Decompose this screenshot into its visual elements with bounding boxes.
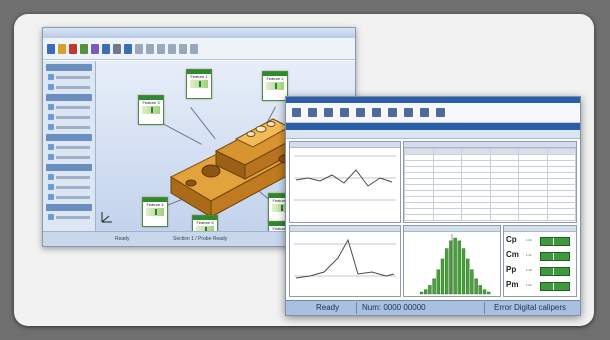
nav-section-header[interactable] <box>46 94 92 101</box>
save-icon[interactable] <box>324 108 333 117</box>
measurement-table-panel <box>403 141 577 223</box>
distribution-histogram <box>419 234 491 295</box>
nav-item[interactable] <box>48 83 90 91</box>
folder-icon[interactable] <box>58 43 66 54</box>
histogram-bar <box>466 258 470 295</box>
histogram-bar <box>461 248 466 295</box>
export-icon[interactable] <box>404 108 413 117</box>
probe-icon[interactable] <box>80 43 88 54</box>
status-num: Num: 0000 00000 <box>362 303 426 312</box>
histogram-bar <box>440 258 445 295</box>
window-title-bar <box>43 28 355 38</box>
nav-item[interactable] <box>48 153 90 161</box>
report-icon[interactable] <box>124 43 132 54</box>
fit-icon[interactable] <box>168 43 176 54</box>
grid-icon[interactable] <box>179 43 187 54</box>
inspection-tag[interactable]: Feature 4 <box>142 197 168 227</box>
open-icon[interactable] <box>47 43 55 54</box>
nav-item[interactable] <box>48 183 90 191</box>
status-device: Error Digital calipers <box>494 303 567 312</box>
record-icon[interactable] <box>69 43 77 54</box>
histogram-bar <box>470 269 474 295</box>
histogram-bar <box>424 289 428 295</box>
inspection-tag[interactable]: Feature 1 <box>186 69 212 99</box>
chart-icon[interactable] <box>340 108 349 117</box>
capability-gauge: Cm 1.31 <box>506 249 570 263</box>
measurement-table[interactable] <box>404 148 576 221</box>
nav-section-header[interactable] <box>46 64 92 71</box>
histogram-bar <box>486 291 491 295</box>
align-icon[interactable] <box>102 43 110 54</box>
spc-toolbar <box>286 103 580 123</box>
ribbon-bar <box>286 123 580 130</box>
nav-item[interactable] <box>48 73 90 81</box>
nav-section-header[interactable] <box>46 164 92 171</box>
axis-triad-icon <box>101 212 112 223</box>
histogram-bar <box>432 278 436 295</box>
histogram-bar <box>419 291 424 295</box>
settings-icon[interactable] <box>420 108 429 117</box>
status-ready: Ready <box>316 303 340 312</box>
capability-gauge: Pm 1.22 <box>506 279 570 293</box>
new-icon[interactable] <box>292 108 301 117</box>
histogram-bar <box>445 248 449 295</box>
filter-icon[interactable] <box>388 108 397 117</box>
export-icon[interactable] <box>190 43 198 54</box>
nav-item[interactable] <box>48 213 90 221</box>
histogram-bar <box>453 237 457 295</box>
capability-gauge: Cp 1.24 <box>506 234 570 248</box>
histogram-bar <box>474 278 478 295</box>
xbar-control-chart-panel <box>289 141 401 223</box>
spc-analysis-window: Cp 1.24 Cm 1.31 Pp 1.18 Pm 1.22 Ready Num: 0… <box>285 96 581 316</box>
status-text: Ready <box>115 236 130 242</box>
range-chart-panel <box>289 225 401 297</box>
histogram-bar <box>478 285 483 295</box>
share-icon[interactable] <box>372 108 381 117</box>
rotate-icon[interactable] <box>146 43 154 54</box>
histogram-bar <box>457 240 461 295</box>
view-tabs[interactable] <box>286 130 580 139</box>
nav-item[interactable] <box>48 123 90 131</box>
nav-section-header[interactable] <box>46 134 92 141</box>
status-bar: Ready Num: 0000 00000 Error Digital cali… <box>286 300 580 315</box>
main-toolbar <box>43 38 355 60</box>
open-icon[interactable] <box>308 108 317 117</box>
capability-gauge: Pp 1.18 <box>506 264 570 278</box>
range-chart <box>294 238 396 279</box>
panel-header <box>504 226 576 232</box>
nav-item[interactable] <box>48 193 90 201</box>
nav-item[interactable] <box>48 173 90 181</box>
histogram-bar <box>428 285 432 295</box>
capability-panel: Cp 1.24 Cm 1.31 Pp 1.18 Pm 1.22 <box>503 225 577 297</box>
nav-section-header[interactable] <box>46 204 92 211</box>
help-icon[interactable] <box>436 108 445 117</box>
histogram-icon[interactable] <box>356 108 365 117</box>
xbar-control-chart <box>294 155 396 201</box>
inspection-tag[interactable]: Feature 3 <box>138 95 164 125</box>
nav-item[interactable] <box>48 103 90 111</box>
histogram-bar <box>482 289 487 295</box>
histogram-bar <box>436 269 440 295</box>
nav-item[interactable] <box>48 113 90 121</box>
zoom-icon[interactable] <box>135 43 143 54</box>
measure-icon[interactable] <box>91 43 99 54</box>
nav-item[interactable] <box>48 143 90 151</box>
navigation-sidebar <box>43 61 96 232</box>
settings-icon[interactable] <box>113 43 121 54</box>
status-text: Section 1 / Probe Ready <box>173 236 228 242</box>
histogram-panel <box>403 225 501 297</box>
pan-icon[interactable] <box>157 43 165 54</box>
